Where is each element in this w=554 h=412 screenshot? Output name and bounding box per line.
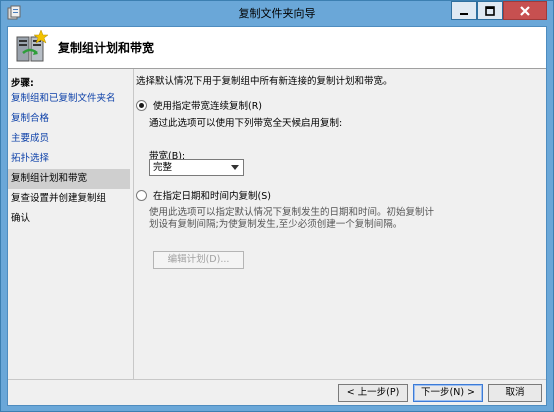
chevron-down-icon (231, 165, 239, 170)
step-replication-eligibility[interactable]: 复制合格 (8, 109, 130, 129)
continuous-replication-hint: 通过此选项可以使用下列带宽全天候启用复制: (149, 118, 343, 129)
continuous-replication-option[interactable]: 使用指定带宽连续复制(R) (136, 98, 262, 112)
scheduled-replication-hint-line2: 划设有复制间隔;为使复制发生,至少必须创建一个复制间隔。 (149, 219, 403, 230)
close-button[interactable] (503, 1, 547, 20)
footer-divider (8, 379, 546, 380)
close-icon (520, 5, 530, 16)
minimize-icon (460, 12, 468, 15)
step-primary-member[interactable]: 主要成员 (8, 129, 130, 149)
continuous-replication-label: 使用指定带宽连续复制(R) (153, 101, 263, 112)
continuous-replication-radio[interactable] (136, 99, 147, 111)
page-description: 选择默认情况下用于复制组中所有新连接的复制计划和带宽。 (136, 76, 393, 87)
minimize-button[interactable] (451, 1, 477, 20)
step-confirmation: 确认 (11, 213, 31, 224)
maximize-button[interactable] (477, 1, 503, 20)
bandwidth-select[interactable]: 完整 (149, 159, 244, 176)
wizard-header: 复制组计划和带宽 (8, 27, 546, 69)
replication-server-icon (16, 29, 49, 62)
steps-divider (133, 69, 134, 380)
edit-schedule-button: 编辑计划(D)... (153, 251, 244, 269)
step-review-settings: 复查设置并创建复制组 (11, 193, 107, 204)
page-title: 复制组计划和带宽 (58, 41, 155, 55)
scheduled-replication-label: 在指定日期和时间内复制(S) (153, 191, 271, 202)
steps-title: 步骤: (11, 78, 34, 89)
scheduled-replication-radio[interactable] (136, 189, 147, 201)
maximize-icon (485, 5, 495, 16)
wizard-window: 复制文件夹向导 复制组计划和带宽 步骤: 复制组和已复制文件夹名 复制合格 主要… (0, 0, 554, 412)
cancel-button[interactable]: 取消 (488, 384, 542, 402)
wizard-client-area: 复制组计划和带宽 步骤: 复制组和已复制文件夹名 复制合格 主要成员 拓扑选择 … (7, 26, 547, 406)
steps-list: 复制组和已复制文件夹名 复制合格 主要成员 拓扑选择 复制组计划和带宽 复查设置… (8, 89, 130, 229)
step-replication-group-name[interactable]: 复制组和已复制文件夹名 (8, 89, 130, 109)
next-button[interactable]: 下一步(N) > (413, 384, 483, 402)
step-schedule-bandwidth: 复制组计划和带宽 (8, 169, 130, 189)
title-bar[interactable]: 复制文件夹向导 (1, 1, 553, 25)
scheduled-replication-option[interactable]: 在指定日期和时间内复制(S) (136, 188, 271, 202)
bandwidth-value: 完整 (153, 162, 173, 173)
step-topology-selection[interactable]: 拓扑选择 (8, 149, 130, 169)
back-button[interactable]: < 上一步(P) (338, 384, 408, 402)
